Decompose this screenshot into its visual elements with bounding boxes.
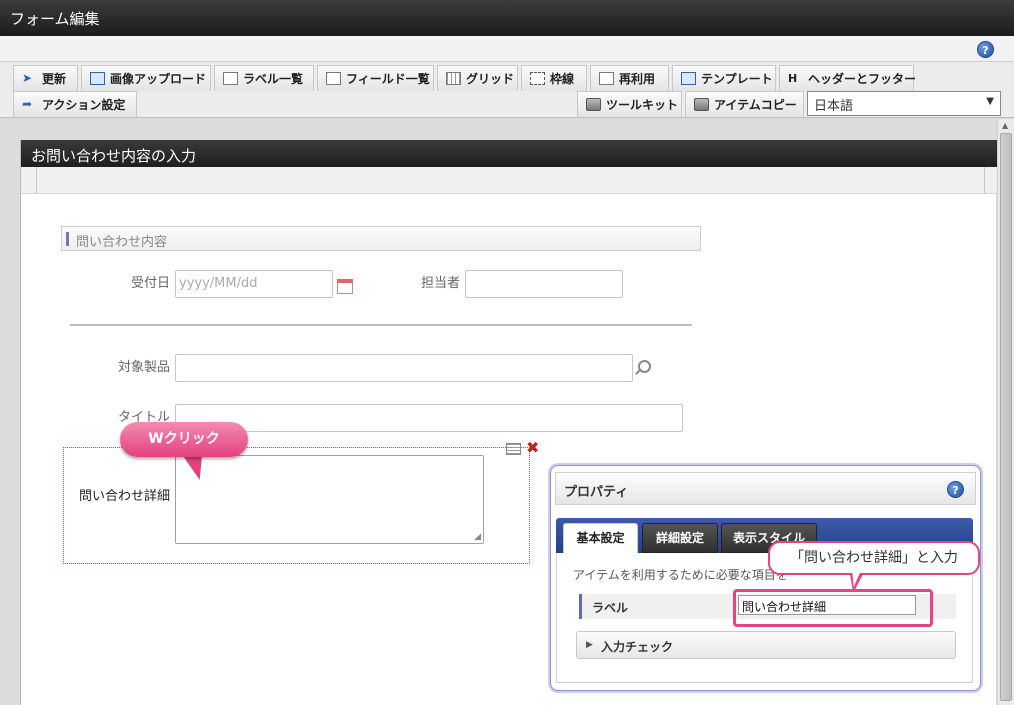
- template-label: テンプレート: [701, 72, 773, 86]
- label-list-icon: [223, 72, 238, 85]
- label-row-name: ラベル: [592, 601, 629, 615]
- double-click-callout: Wクリック: [120, 422, 248, 457]
- search-icon[interactable]: [638, 360, 651, 373]
- section-bar: [66, 232, 69, 246]
- form-header: お問い合わせ内容の入力: [21, 140, 997, 167]
- item-copy-label: アイテムコピー: [714, 98, 797, 112]
- grid-label: グリッド: [466, 72, 515, 86]
- assignee-field[interactable]: [465, 270, 623, 298]
- received-date-field[interactable]: yyyy/MM/dd: [175, 270, 333, 298]
- properties-description: アイテムを利用するために必要な項目を: [573, 568, 788, 582]
- item-grid-icon[interactable]: [506, 443, 521, 455]
- item-copy-icon: [694, 98, 709, 111]
- chevron-down-icon: ▼: [986, 96, 994, 107]
- action-settings-label: アクション設定: [42, 98, 126, 112]
- border-label: 枠線: [550, 72, 575, 86]
- refresh-icon: ➤: [22, 71, 33, 85]
- header-footer-icon: H: [788, 72, 798, 85]
- field-list-icon: [326, 72, 341, 85]
- template-button[interactable]: テンプレート: [672, 65, 776, 91]
- received-date-label: 受付日: [130, 276, 170, 291]
- vertical-scrollbar[interactable]: ▲: [997, 119, 1014, 705]
- toolkit-button[interactable]: ツールキット: [577, 91, 682, 117]
- divider: [70, 324, 692, 326]
- section-title[interactable]: 問い合わせ内容: [61, 226, 701, 251]
- image-upload-button[interactable]: 画像アップロード: [81, 65, 211, 91]
- input-check-accordion[interactable]: ▶ 入力チェック: [576, 631, 956, 659]
- label-input-highlight: [733, 589, 933, 627]
- close-icon[interactable]: ✖: [526, 438, 539, 457]
- help-icon[interactable]: ?: [977, 41, 994, 58]
- reuse-button[interactable]: 再利用: [590, 65, 669, 91]
- image-upload-label: 画像アップロード: [110, 72, 207, 86]
- template-icon: [681, 72, 696, 85]
- input-check-label: 入力チェック: [601, 640, 674, 654]
- header-footer-button[interactable]: H ヘッダーとフッター: [779, 65, 917, 91]
- field-list-label: フィールド一覧: [346, 72, 430, 86]
- label-list-label: ラベル一覧: [243, 72, 304, 86]
- window-title: フォーム編集: [0, 0, 1014, 36]
- refresh-label: 更新: [42, 72, 67, 86]
- properties-title: プロパティ: [555, 472, 976, 505]
- properties-panel: プロパティ ? 基本設定 詳細設定 表示スタイル アイテムを利用するために必要な…: [550, 465, 981, 691]
- expand-icon: ▶: [586, 640, 593, 650]
- form-subbar: [21, 167, 997, 194]
- section-title-text: 問い合わせ内容: [76, 235, 168, 250]
- action-settings-button[interactable]: ➦ アクション設定: [13, 91, 137, 117]
- properties-help-icon[interactable]: ?: [947, 481, 964, 498]
- tab-advanced[interactable]: 詳細設定: [642, 523, 718, 553]
- action-icon: ➦: [22, 97, 33, 111]
- enter-label-callout: 「問い合わせ詳細」と入力: [768, 541, 980, 575]
- image-upload-icon: [90, 72, 105, 85]
- details-textarea[interactable]: ◢: [175, 455, 484, 544]
- header-footer-label: ヘッダーとフッター: [808, 72, 917, 86]
- reuse-label: 再利用: [619, 72, 656, 86]
- grid-button[interactable]: グリッド: [437, 65, 518, 91]
- scroll-thumb[interactable]: [1000, 133, 1012, 701]
- toolkit-label: ツールキット: [606, 98, 679, 112]
- product-label: 対象製品: [117, 360, 170, 375]
- language-select[interactable]: 日本語 ▼: [807, 91, 1001, 116]
- grid-icon: [446, 72, 461, 85]
- tab-basic[interactable]: 基本設定: [563, 523, 638, 553]
- field-list-button[interactable]: フィールド一覧: [317, 65, 434, 91]
- refresh-button[interactable]: ➤ 更新: [13, 65, 78, 91]
- scroll-up-icon[interactable]: ▲: [1002, 121, 1008, 130]
- product-field[interactable]: [175, 354, 633, 382]
- border-button[interactable]: 枠線: [521, 65, 587, 91]
- details-label: 問い合わせ詳細: [78, 489, 170, 504]
- calendar-icon[interactable]: [337, 279, 353, 294]
- resize-handle-icon[interactable]: ◢: [474, 532, 481, 542]
- item-copy-button[interactable]: アイテムコピー: [685, 91, 804, 117]
- title-field[interactable]: [175, 404, 683, 432]
- label-list-button[interactable]: ラベル一覧: [214, 65, 314, 91]
- border-icon: [530, 72, 545, 85]
- assignee-label: 担当者: [420, 276, 460, 291]
- toolkit-icon: [586, 98, 601, 111]
- help-bar: ?: [0, 36, 1014, 62]
- reuse-icon: [599, 72, 614, 85]
- language-value: 日本語: [814, 99, 854, 114]
- toolbar: ➤ 更新 画像アップロード ラベル一覧 フィールド一覧 グリッド 枠線 再利用 テ…: [0, 62, 1014, 118]
